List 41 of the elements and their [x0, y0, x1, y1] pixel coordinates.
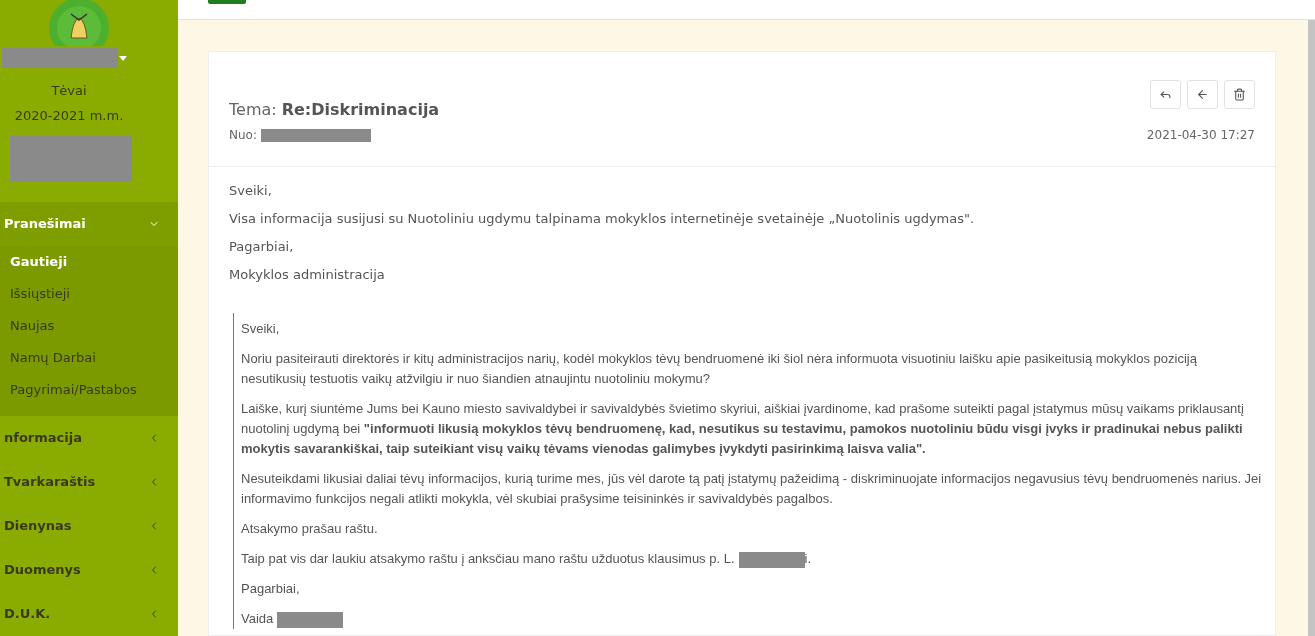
message-paragraph: Atsakymo prašau raštu. — [241, 520, 379, 538]
message-paragraph: Visa informacija susijusi su Nuotoliniu ugdymu talpinama mokyklos internetinėje svetainėje „Nuotolinis ugdymas". — [229, 210, 976, 228]
message-paragraph: Vaida — [241, 610, 274, 628]
menu-item[interactable]: Dienynas — [0, 504, 178, 548]
menu-item[interactable]: Pranešimai — [0, 202, 178, 246]
school-year: 2020-2021 m.m. — [13, 107, 125, 125]
caret-icon[interactable] — [119, 55, 127, 61]
reply-icon — [1159, 88, 1172, 101]
submenu-item[interactable]: Pagyrimai/Pastabos — [0, 374, 178, 406]
submenu-item[interactable]: Gautieji — [0, 246, 178, 278]
message-paragraph: Sveiki, — [229, 182, 273, 200]
redaction-bar — [277, 611, 344, 628]
submenu-item[interactable]: Namų Darbai — [0, 342, 178, 374]
back-button[interactable] — [1187, 80, 1218, 109]
message-paragraph: Pagarbiai, — [229, 238, 295, 256]
message-date: 2021-04-30 17:27 — [1146, 127, 1255, 144]
user-role: Tėvai — [50, 82, 88, 100]
scrollbar[interactable] — [1308, 20, 1315, 636]
message-paragraph: Pagarbiai, — [241, 580, 301, 598]
message-subject: Re:Diskriminacija — [281, 99, 440, 121]
message-paragraph: Noriu pasiteirauti direktorės ir kitų administracijos narių, kodėl mokyklos tėvų bendruomenė iki šiol nėra informuota visuotiniu laišku apie pasikeitusią mokyklos poziciją nesutikusių testuotis vaikų atžvilgiu ir nuo šiandien atnaujintu nuotoliniu mokymu? — [241, 350, 1198, 388]
trash-icon — [1233, 88, 1246, 101]
menu-item[interactable]: D.U.K. — [0, 592, 178, 636]
submenu-item[interactable]: Naujas — [0, 310, 178, 342]
redaction-bar — [738, 551, 805, 568]
message-paragraph: i. — [804, 550, 812, 568]
left-arrow-icon — [1196, 88, 1209, 101]
message-paragraph: Mokyklos administracija — [229, 266, 386, 284]
message-paragraph: Laiške, kurį siuntėme Jums bei Kauno miesto savivaldybei ir savivaldybės švietimo skyriui, aiškiai įvardinome, kad prašome suteikti pagal įstatymus mūsų vaikams priklausantį nuotolinį ugdymą bei "informuoti likusią mokyklos tėvų bendruomenę, kad, nesutikus su testavimu, pamokos nuotoliniu būdu visgi įvyks ir pradinukai nebus palikti mokytis savarankiškai, taip suteikiant visų vaikų tėvams vienodas galimybes įvykdyti pasirinkimą laisva valia". — [241, 400, 1245, 458]
delete-button[interactable] — [1224, 80, 1255, 109]
menu-button[interactable] — [208, 0, 246, 4]
menu-item[interactable]: nformacija — [0, 416, 178, 460]
message-paragraph: Taip pat vis dar laukiu atsakymo raštu į anksčiau mano raštu užduotus klausimus p. L. — [241, 550, 735, 568]
message-paragraph: Nesuteikdami likusiai daliai tėvų informacijos, kurią turime mes, jūs vėl darote tą patį įstatymų pažeidimą - diskriminuojate informacijos negavusius tėvų bendruomenės narius. Jei informavimo funkcijos negali atlikti mokykla, vėl skubiai prašysime teisininkės ir savivaldybės pagalbos. — [241, 470, 1263, 508]
from-label: Nuo: — [229, 127, 257, 144]
message-paragraph: Sveiki, — [241, 320, 281, 338]
subject-label: Tema: — [229, 99, 277, 121]
menu-item[interactable]: Duomenys — [0, 548, 178, 592]
reply-button[interactable] — [1150, 80, 1181, 109]
submenu-item[interactable]: Išsiųstieji — [0, 278, 178, 310]
menu-item[interactable]: Tvarkaraštis — [0, 460, 178, 504]
